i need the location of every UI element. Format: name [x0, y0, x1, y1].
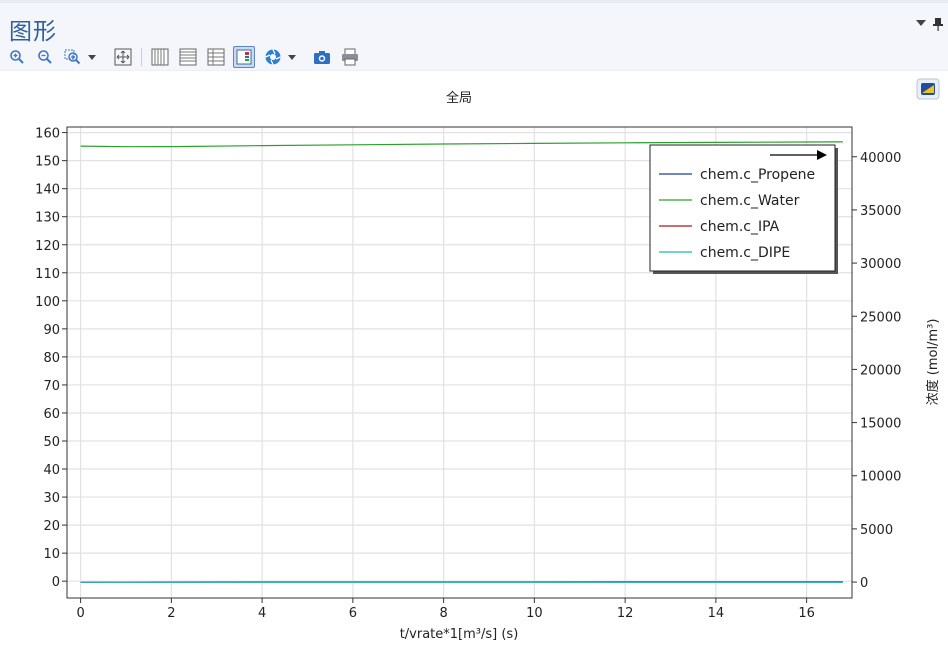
y-tick-label-left: 110 [35, 267, 60, 282]
printer-icon [341, 48, 359, 66]
x-tick-label: 2 [167, 606, 175, 621]
legend-entry-label: chem.c_Propene [700, 167, 815, 183]
y-tick-label-left: 0 [52, 575, 60, 590]
y-tick-label-left: 100 [35, 295, 60, 310]
zoom-out-button[interactable] [34, 46, 56, 68]
toolbar-separator [141, 48, 142, 66]
x-tick-label: 16 [798, 606, 815, 621]
legend-entry-label: chem.c_IPA [700, 219, 780, 235]
horizontal-grid-icon [179, 48, 197, 66]
legend-entry-label: chem.c_DIPE [700, 245, 790, 261]
chevron-down-icon [287, 52, 297, 62]
zoom-box-icon [64, 49, 82, 65]
legend-entry-label: chem.c_Water [700, 193, 800, 209]
aperture-icon [264, 48, 282, 66]
y-tick-label-left: 70 [43, 379, 60, 394]
plot-area[interactable]: 全局 0246810121416010203040506070809010011… [0, 71, 948, 644]
y-tick-label-left: 160 [35, 127, 60, 142]
x-tick-label: 12 [617, 606, 634, 621]
y-tick-label-left: 60 [43, 407, 60, 422]
vertical-grid-icon [151, 48, 169, 66]
y-tick-label-left: 140 [35, 183, 60, 198]
x-tick-label: 8 [439, 606, 447, 621]
legend-toggle-button[interactable] [233, 46, 255, 68]
zoom-out-icon [37, 49, 53, 65]
x-tick-label: 4 [258, 606, 266, 621]
zoom-in-icon [9, 49, 25, 65]
y-tick-label-right: 35000 [860, 204, 901, 219]
y-tick-label-left: 20 [43, 519, 60, 534]
print-button[interactable] [339, 46, 361, 68]
chevron-down-icon [87, 52, 97, 62]
y-tick-label-left: 40 [43, 463, 60, 478]
chart[interactable]: 全局 0246810121416010203040506070809010011… [0, 71, 948, 644]
x-axis-label: t/vrate*1[m³/s] (s) [400, 627, 519, 642]
y-grid-button[interactable] [177, 46, 199, 68]
x-tick-label: 10 [526, 606, 543, 621]
pin-icon[interactable] [932, 17, 944, 34]
zoom-in-button[interactable] [6, 46, 28, 68]
color-table-icon[interactable] [917, 79, 939, 99]
y-tick-label-left: 130 [35, 211, 60, 226]
scene-light-button[interactable] [262, 46, 284, 68]
table-grid-icon [207, 48, 225, 66]
x-grid-button[interactable] [149, 46, 171, 68]
camera-icon [313, 49, 331, 65]
y-tick-label-right: 20000 [860, 363, 901, 378]
y-tick-label-right: 40000 [860, 151, 901, 166]
y-tick-label-left: 10 [43, 547, 60, 562]
y-tick-label-right: 0 [860, 576, 868, 591]
zoom-extents-button[interactable] [112, 46, 134, 68]
zoom-extents-icon [114, 48, 132, 66]
snapshot-button[interactable] [311, 46, 333, 68]
y-tick-label-left: 30 [43, 491, 60, 506]
zoom-box-button[interactable] [62, 46, 84, 68]
xy-grid-button[interactable] [205, 46, 227, 68]
y-tick-label-left: 120 [35, 239, 60, 254]
chart-title: 全局 [446, 90, 472, 106]
scene-light-dropdown[interactable] [285, 46, 299, 68]
dropdown-triangle-icon[interactable] [915, 17, 927, 32]
y-tick-label-right: 25000 [860, 310, 901, 325]
y-tick-label-left: 90 [43, 323, 60, 338]
graphics-panel-header: 图形 [0, 3, 948, 71]
legend[interactable]: chem.c_Propene chem.c_Water chem.c_IPAchem… [650, 145, 838, 274]
legend-icon [236, 49, 252, 65]
y-tick-label-left: 80 [43, 351, 60, 366]
y-tick-label-left: 150 [35, 155, 60, 170]
y-axis-label-right: 浓度 (mol/m³) [925, 319, 941, 406]
panel-title: 图形 [9, 12, 57, 46]
x-tick-label: 6 [349, 606, 357, 621]
y-tick-label-left: 50 [43, 435, 60, 450]
y-tick-label-right: 15000 [860, 417, 901, 432]
y-tick-label-right: 10000 [860, 470, 901, 485]
x-tick-label: 14 [708, 606, 725, 621]
y-tick-label-right: 5000 [860, 523, 893, 538]
y-tick-label-right: 30000 [860, 257, 901, 272]
x-tick-label: 0 [76, 606, 84, 621]
zoom-box-dropdown[interactable] [85, 46, 99, 68]
